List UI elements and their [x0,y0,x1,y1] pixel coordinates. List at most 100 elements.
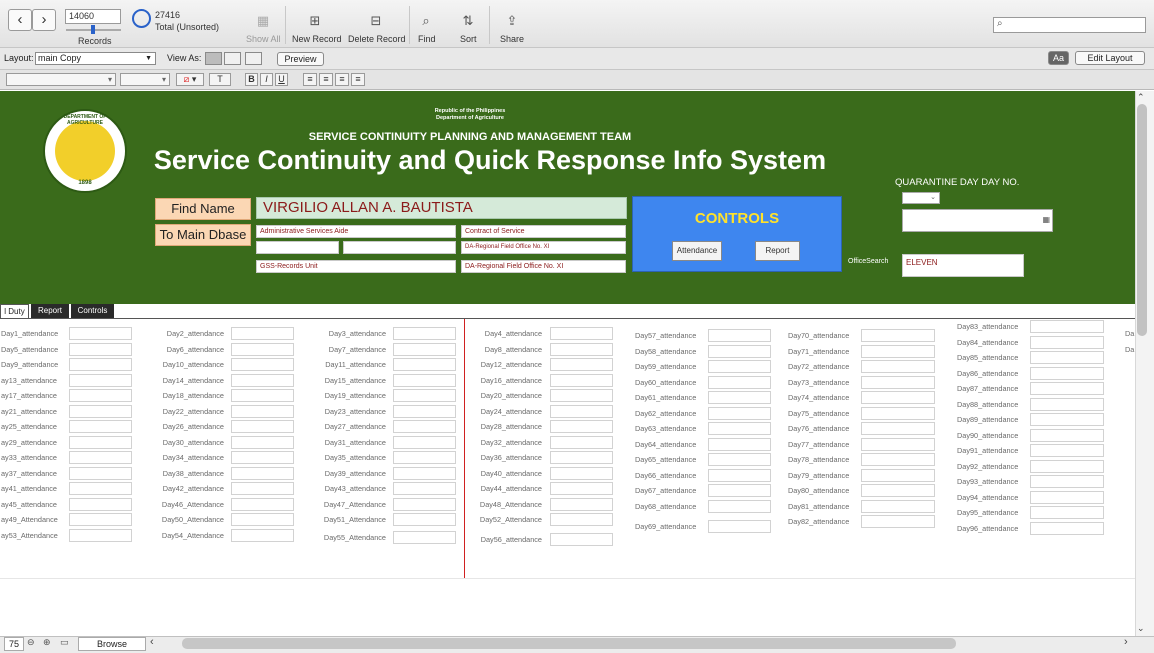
italic-button[interactable]: I [260,73,273,86]
horizontal-scroll-thumb[interactable] [182,638,956,649]
employee-name-field[interactable]: VIRGILIO ALLAN A. BAUTISTA [256,197,627,219]
attendance-input[interactable] [708,422,771,435]
unit-field[interactable]: GSS-Records Unit [256,260,456,273]
record-slider-thumb[interactable] [91,25,95,34]
find-name-button[interactable]: Find Name [155,198,251,220]
attendance-input[interactable] [1030,444,1104,457]
attendance-input[interactable] [231,420,294,433]
attendance-input[interactable] [393,358,456,371]
attendance-input[interactable] [550,466,613,480]
attendance-input[interactable] [231,482,294,495]
attendance-input[interactable] [708,437,771,451]
chevron-down-icon[interactable]: ⌄ [1137,623,1145,634]
attendance-input[interactable] [708,406,771,420]
attendance-input[interactable] [708,375,771,389]
tab-report[interactable]: Report [31,304,69,318]
find-button[interactable]: Find [418,34,436,44]
layout-select[interactable]: main Copy ▼ [35,52,156,65]
view-as-table-button[interactable] [245,52,262,65]
attendance-input[interactable] [1030,459,1104,473]
attendance-input[interactable] [1030,475,1104,488]
attendance-input[interactable] [861,484,935,497]
new-record-button[interactable]: New Record [292,34,342,44]
attendance-input[interactable] [550,482,613,495]
attendance-input[interactable] [231,528,294,542]
to-main-dbase-button[interactable]: To Main Dbase [155,224,251,246]
font-size-select[interactable]: ▾ [120,73,170,86]
attendance-input[interactable] [69,389,132,402]
attendance-input[interactable] [393,404,456,418]
share-button[interactable]: Share [500,34,524,44]
attendance-input[interactable] [550,533,613,546]
attendance-input[interactable] [69,513,132,526]
attendance-input[interactable] [393,420,456,433]
attendance-input[interactable] [393,389,456,402]
attendance-input[interactable] [550,513,613,526]
extra-field-1[interactable] [256,241,339,254]
attendance-input[interactable] [69,528,132,542]
attendance-input[interactable] [861,391,935,404]
edit-layout-button[interactable]: Edit Layout [1075,51,1145,65]
attendance-input[interactable] [708,391,771,404]
align-center-button[interactable]: ≡ [319,73,333,86]
attendance-input[interactable] [393,435,456,449]
attendance-input[interactable] [231,466,294,480]
attendance-input[interactable] [550,373,613,387]
tab-controls[interactable]: Controls [71,304,114,318]
attendance-input[interactable] [550,389,613,402]
chevron-left-icon[interactable]: ‹ [150,636,154,648]
align-justify-button[interactable]: ≡ [351,73,365,86]
report-button[interactable]: Report [755,241,800,261]
position-field[interactable]: Administrative Services Aide [256,225,456,238]
chevron-right-icon[interactable]: › [1124,636,1128,648]
attendance-input[interactable] [708,499,771,513]
show-all-button[interactable]: Show All [246,34,281,44]
attendance-input[interactable] [550,497,613,511]
attendance-input[interactable] [69,482,132,495]
attendance-input[interactable] [550,451,613,464]
attendance-input[interactable] [231,373,294,387]
attendance-input[interactable] [69,420,132,433]
attendance-input[interactable] [393,466,456,480]
attendance-input[interactable] [69,373,132,387]
text-style-button[interactable]: T [209,73,231,86]
delete-record-button[interactable]: Delete Record [348,34,406,44]
attendance-input[interactable] [393,327,456,340]
attendance-input[interactable] [550,420,613,433]
attendance-input[interactable] [861,499,935,513]
attendance-input[interactable] [393,342,456,356]
tab-duty[interactable]: l Duty [0,304,29,318]
attendance-input[interactable] [1030,320,1104,333]
office-field[interactable]: DA-Regional Field Office No. XI [461,260,626,273]
attendance-input[interactable] [550,327,613,340]
attendance-input[interactable] [708,520,771,533]
attendance-input[interactable] [1030,351,1104,364]
view-as-list-button[interactable] [224,52,241,65]
quarantine-day-dropdown[interactable]: ⌄ [902,192,940,204]
attendance-input[interactable] [69,358,132,371]
attendance-input[interactable] [708,344,771,358]
attendance-input[interactable] [861,422,935,435]
attendance-input[interactable] [861,406,935,420]
zoom-out-icon[interactable]: ⊖ [27,637,35,648]
align-left-button[interactable]: ≡ [303,73,317,86]
quarantine-date-field[interactable]: ▦ [902,209,1053,232]
underline-button[interactable]: U [275,73,288,86]
attendance-input[interactable] [69,451,132,464]
attendance-input[interactable] [861,437,935,451]
attendance-button[interactable]: Attendance [672,241,722,261]
zoom-level[interactable]: 75 [4,637,24,651]
aa-button[interactable]: Aa [1048,51,1069,65]
attendance-input[interactable] [861,453,935,466]
text-color-button[interactable]: ⧄ ▾ [176,73,204,86]
preview-button[interactable]: Preview [277,52,324,66]
attendance-input[interactable] [393,451,456,464]
attendance-input[interactable] [1030,506,1104,519]
previous-record-button[interactable]: ‹ [8,9,32,31]
attendance-input[interactable] [393,531,456,544]
attendance-input[interactable] [231,342,294,356]
attendance-input[interactable] [231,513,294,526]
record-number-input[interactable]: 14060 [65,9,121,24]
attendance-input[interactable] [231,451,294,464]
attendance-input[interactable] [69,497,132,511]
